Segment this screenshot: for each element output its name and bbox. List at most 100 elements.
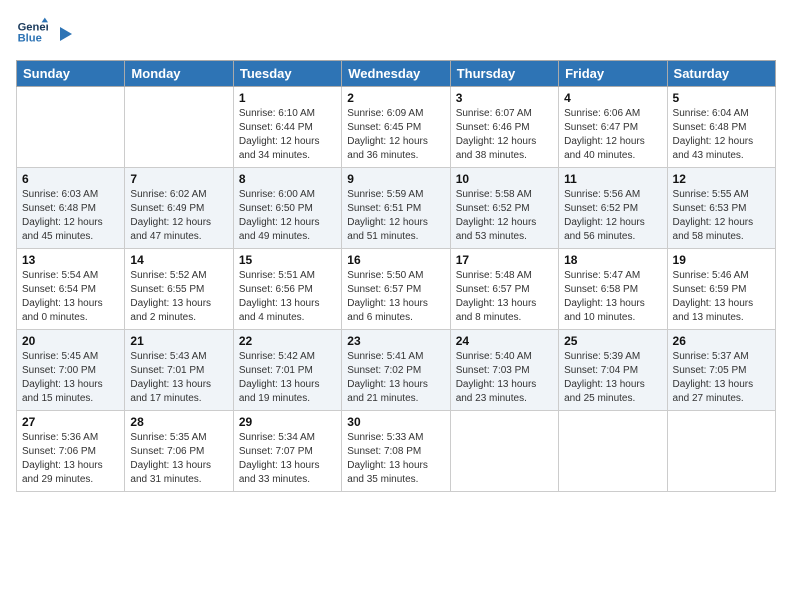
calendar-cell: 29 Sunrise: 5:34 AM Sunset: 7:07 PM Dayli… — [233, 411, 341, 492]
day-info: Sunrise: 5:42 AM Sunset: 7:01 PM Dayligh… — [239, 350, 336, 406]
day-info: Sunrise: 5:39 AM Sunset: 7:04 PM Dayligh… — [564, 350, 661, 406]
calendar-cell: 25 Sunrise: 5:39 AM Sunset: 7:04 PM Dayli… — [559, 330, 667, 411]
weekday-header: Tuesday — [233, 61, 341, 87]
day-info: Sunrise: 6:09 AM Sunset: 6:45 PM Dayligh… — [347, 107, 444, 163]
calendar-cell — [125, 87, 233, 168]
calendar-cell: 18 Sunrise: 5:47 AM Sunset: 6:58 PM Dayli… — [559, 249, 667, 330]
weekday-header: Saturday — [667, 61, 775, 87]
calendar-cell: 12Sunrise: 5:55 AM Sunset: 6:53 PM Dayli… — [667, 168, 775, 249]
day-info: Sunrise: 6:06 AM Sunset: 6:47 PM Dayligh… — [564, 107, 661, 163]
day-info: Sunrise: 5:51 AM Sunset: 6:56 PM Dayligh… — [239, 269, 336, 325]
day-info: Sunrise: 5:40 AM Sunset: 7:03 PM Dayligh… — [456, 350, 553, 406]
day-info: Sunrise: 6:00 AM Sunset: 6:50 PM Dayligh… — [239, 188, 336, 244]
calendar-week-row: 20 Sunrise: 5:45 AM Sunset: 7:00 PM Dayli… — [17, 330, 776, 411]
day-info: Sunrise: 5:56 AM Sunset: 6:52 PM Dayligh… — [564, 188, 661, 244]
day-number: 8 — [239, 172, 336, 186]
weekday-header: Friday — [559, 61, 667, 87]
day-number: 22 — [239, 334, 336, 348]
day-number: 18 — [564, 253, 661, 267]
day-info: Sunrise: 5:46 AM Sunset: 6:59 PM Dayligh… — [673, 269, 770, 325]
day-info: Sunrise: 6:02 AM Sunset: 6:49 PM Dayligh… — [130, 188, 227, 244]
day-number: 9 — [347, 172, 444, 186]
day-number: 16 — [347, 253, 444, 267]
calendar-cell: 2 Sunrise: 6:09 AM Sunset: 6:45 PM Daylig… — [342, 87, 450, 168]
calendar-week-row: 13 Sunrise: 5:54 AM Sunset: 6:54 PM Dayli… — [17, 249, 776, 330]
calendar-cell: 28 Sunrise: 5:35 AM Sunset: 7:06 PM Dayli… — [125, 411, 233, 492]
day-number: 19 — [673, 253, 770, 267]
day-info: Sunrise: 5:47 AM Sunset: 6:58 PM Dayligh… — [564, 269, 661, 325]
logo-arrow-icon — [54, 27, 72, 41]
calendar-cell — [667, 411, 775, 492]
calendar-header-row: SundayMondayTuesdayWednesdayThursdayFrid… — [17, 61, 776, 87]
calendar-cell — [450, 411, 558, 492]
calendar-cell: 9 Sunrise: 5:59 AM Sunset: 6:51 PM Daylig… — [342, 168, 450, 249]
day-info: Sunrise: 5:36 AM Sunset: 7:06 PM Dayligh… — [22, 431, 119, 487]
calendar-cell: 23Sunrise: 5:41 AM Sunset: 7:02 PM Dayli… — [342, 330, 450, 411]
calendar-cell: 5 Sunrise: 6:04 AM Sunset: 6:48 PM Daylig… — [667, 87, 775, 168]
day-info: Sunrise: 5:50 AM Sunset: 6:57 PM Dayligh… — [347, 269, 444, 325]
calendar-cell: 30 Sunrise: 5:33 AM Sunset: 7:08 PM Dayli… — [342, 411, 450, 492]
day-number: 4 — [564, 91, 661, 105]
calendar-cell: 15Sunrise: 5:51 AM Sunset: 6:56 PM Dayli… — [233, 249, 341, 330]
weekday-header: Sunday — [17, 61, 125, 87]
day-number: 14 — [130, 253, 227, 267]
day-number: 13 — [22, 253, 119, 267]
calendar-cell: 19 Sunrise: 5:46 AM Sunset: 6:59 PM Dayli… — [667, 249, 775, 330]
calendar-cell: 6 Sunrise: 6:03 AM Sunset: 6:48 PM Daylig… — [17, 168, 125, 249]
day-number: 25 — [564, 334, 661, 348]
calendar-cell: 8 Sunrise: 6:00 AM Sunset: 6:50 PM Daylig… — [233, 168, 341, 249]
day-number: 10 — [456, 172, 553, 186]
day-info: Sunrise: 5:58 AM Sunset: 6:52 PM Dayligh… — [456, 188, 553, 244]
weekday-header: Thursday — [450, 61, 558, 87]
day-info: Sunrise: 5:54 AM Sunset: 6:54 PM Dayligh… — [22, 269, 119, 325]
day-number: 17 — [456, 253, 553, 267]
calendar-cell: 27 Sunrise: 5:36 AM Sunset: 7:06 PM Dayli… — [17, 411, 125, 492]
day-number: 6 — [22, 172, 119, 186]
day-number: 28 — [130, 415, 227, 429]
calendar-week-row: 27 Sunrise: 5:36 AM Sunset: 7:06 PM Dayli… — [17, 411, 776, 492]
day-number: 3 — [456, 91, 553, 105]
calendar-cell: 7Sunrise: 6:02 AM Sunset: 6:49 PM Daylig… — [125, 168, 233, 249]
day-number: 23 — [347, 334, 444, 348]
day-info: Sunrise: 5:34 AM Sunset: 7:07 PM Dayligh… — [239, 431, 336, 487]
calendar-cell: 16 Sunrise: 5:50 AM Sunset: 6:57 PM Dayli… — [342, 249, 450, 330]
day-info: Sunrise: 5:59 AM Sunset: 6:51 PM Dayligh… — [347, 188, 444, 244]
logo-icon: General Blue — [16, 16, 48, 48]
calendar-week-row: 1Sunrise: 6:10 AM Sunset: 6:44 PM Daylig… — [17, 87, 776, 168]
day-info: Sunrise: 6:03 AM Sunset: 6:48 PM Dayligh… — [22, 188, 119, 244]
day-number: 2 — [347, 91, 444, 105]
day-number: 29 — [239, 415, 336, 429]
calendar-cell: 21Sunrise: 5:43 AM Sunset: 7:01 PM Dayli… — [125, 330, 233, 411]
page-header: General Blue — [16, 16, 776, 48]
calendar-cell: 10 Sunrise: 5:58 AM Sunset: 6:52 PM Dayli… — [450, 168, 558, 249]
calendar-cell: 22 Sunrise: 5:42 AM Sunset: 7:01 PM Dayli… — [233, 330, 341, 411]
calendar-cell — [559, 411, 667, 492]
day-number: 26 — [673, 334, 770, 348]
day-number: 20 — [22, 334, 119, 348]
day-info: Sunrise: 6:10 AM Sunset: 6:44 PM Dayligh… — [239, 107, 336, 163]
day-info: Sunrise: 5:45 AM Sunset: 7:00 PM Dayligh… — [22, 350, 119, 406]
day-number: 21 — [130, 334, 227, 348]
calendar-cell: 20 Sunrise: 5:45 AM Sunset: 7:00 PM Dayli… — [17, 330, 125, 411]
day-info: Sunrise: 5:37 AM Sunset: 7:05 PM Dayligh… — [673, 350, 770, 406]
calendar-cell: 3Sunrise: 6:07 AM Sunset: 6:46 PM Daylig… — [450, 87, 558, 168]
calendar-cell: 24 Sunrise: 5:40 AM Sunset: 7:03 PM Dayli… — [450, 330, 558, 411]
day-number: 11 — [564, 172, 661, 186]
svg-text:Blue: Blue — [18, 33, 42, 45]
day-number: 5 — [673, 91, 770, 105]
day-info: Sunrise: 5:35 AM Sunset: 7:06 PM Dayligh… — [130, 431, 227, 487]
weekday-header: Wednesday — [342, 61, 450, 87]
svg-text:General: General — [18, 21, 48, 33]
day-info: Sunrise: 5:33 AM Sunset: 7:08 PM Dayligh… — [347, 431, 444, 487]
weekday-header: Monday — [125, 61, 233, 87]
calendar-table: SundayMondayTuesdayWednesdayThursdayFrid… — [16, 60, 776, 492]
day-number: 12 — [673, 172, 770, 186]
calendar-cell: 1Sunrise: 6:10 AM Sunset: 6:44 PM Daylig… — [233, 87, 341, 168]
day-info: Sunrise: 5:48 AM Sunset: 6:57 PM Dayligh… — [456, 269, 553, 325]
day-number: 27 — [22, 415, 119, 429]
calendar-cell: 11 Sunrise: 5:56 AM Sunset: 6:52 PM Dayli… — [559, 168, 667, 249]
day-number: 30 — [347, 415, 444, 429]
day-info: Sunrise: 6:04 AM Sunset: 6:48 PM Dayligh… — [673, 107, 770, 163]
day-number: 24 — [456, 334, 553, 348]
calendar-cell: 13 Sunrise: 5:54 AM Sunset: 6:54 PM Dayli… — [17, 249, 125, 330]
